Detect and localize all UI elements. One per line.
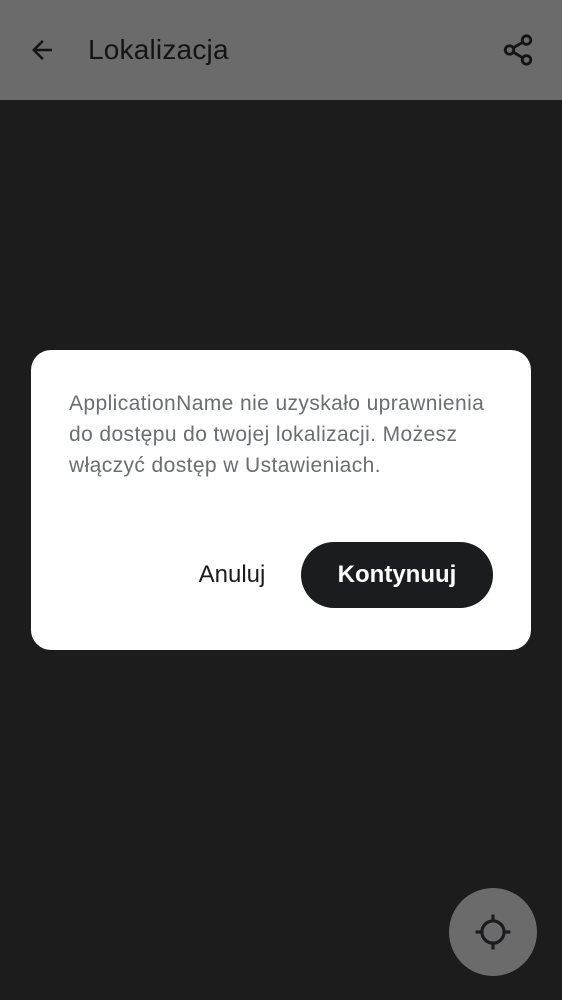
dialog-message: ApplicationName nie uzyskało uprawnienia… <box>69 392 485 477</box>
my-location-icon <box>475 914 511 950</box>
my-location-button[interactable] <box>449 888 537 976</box>
back-button[interactable] <box>20 28 64 72</box>
continue-button[interactable]: Kontynuuj <box>301 542 493 608</box>
arrow-back-icon <box>32 40 52 60</box>
cancel-button[interactable]: Anuluj <box>179 543 285 607</box>
share-icon <box>503 34 533 66</box>
location-screen: Lokalizacja ApplicationName nie uzyskało… <box>0 0 562 1000</box>
app-bar: Lokalizacja <box>0 0 562 100</box>
share-button[interactable] <box>496 28 540 72</box>
permission-dialog: ApplicationName nie uzyskało uprawnienia… <box>31 350 531 650</box>
page-title: Lokalizacja <box>88 34 229 65</box>
